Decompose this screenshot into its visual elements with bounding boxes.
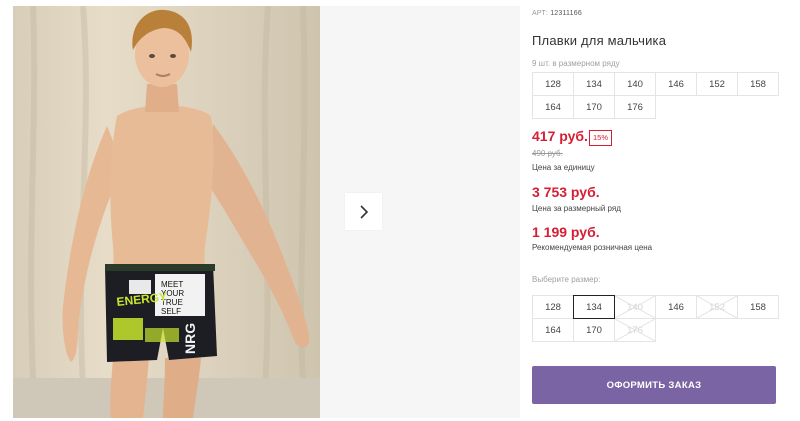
unit-price-caption: Цена за единицу [532,163,595,172]
pack-size-cell: 146 [655,72,697,96]
discount-badge: 15% [589,130,613,146]
article-value: 12311166 [550,10,582,17]
size-option-140-unavailable: 140 [614,295,656,319]
pack-quantity-note: 9 шт. в размерном ряду [532,59,620,68]
pack-size-cell: 134 [573,72,615,96]
size-option-134[interactable]: 134 [573,295,615,319]
pack-size-cell: 176 [614,95,656,119]
old-price: 490 руб. [532,149,563,158]
strikethrough-cross-icon [697,296,737,318]
size-option-164[interactable]: 164 [532,318,574,342]
size-picker-grid: 128 134 140 146 152 158 164 170 176 [532,295,779,342]
product-photo[interactable]: MEET YOUR TRUE SELF ENERGY NRG [13,6,320,418]
product-gallery: MEET YOUR TRUE SELF ENERGY NRG [0,0,520,421]
pack-size-grid: 128 134 140 146 152 158 164 170 176 [532,72,779,119]
boy-model-illustration: MEET YOUR TRUE SELF ENERGY NRG [13,6,320,418]
size-picker-label: Выберите размер: [532,275,601,284]
size-option-146[interactable]: 146 [655,295,697,319]
size-option-152-unavailable: 152 [696,295,738,319]
next-image-button[interactable] [345,193,382,230]
product-title: Плавки для мальчика [532,33,667,48]
size-option-158[interactable]: 158 [737,295,779,319]
place-order-button[interactable]: ОФОРМИТЬ ЗАКАЗ [532,366,776,404]
pack-size-cell: 158 [737,72,779,96]
pack-price: 3 753 руб. [532,184,600,200]
article-number: АРТ: 12311166 [532,10,582,17]
retail-price: 1 199 руб. [532,224,600,240]
print-text-side: NRG [182,323,198,354]
strikethrough-cross-icon [615,319,655,341]
article-label: АРТ: [532,10,549,17]
size-option-170[interactable]: 170 [573,318,615,342]
pack-size-cell: 164 [532,95,574,119]
product-info-panel: АРТ: 12311166 Плавки для мальчика 9 шт. … [532,0,792,421]
retail-price-caption: Рекомендуемая розничная цена [532,243,653,252]
pack-size-cell: 152 [696,72,738,96]
print-text-line4: SELF [161,307,181,316]
pack-size-cell: 140 [614,72,656,96]
pack-price-caption: Цена за размерный ряд [532,204,621,213]
strikethrough-cross-icon [615,296,655,318]
unit-price: 417 руб. [532,128,588,144]
size-option-176-unavailable: 176 [614,318,656,342]
size-option-128[interactable]: 128 [532,295,574,319]
print-text-line1: MEET [161,280,183,289]
chevron-right-icon [359,204,368,219]
pack-size-cell: 170 [573,95,615,119]
pack-size-cell: 128 [532,72,574,96]
